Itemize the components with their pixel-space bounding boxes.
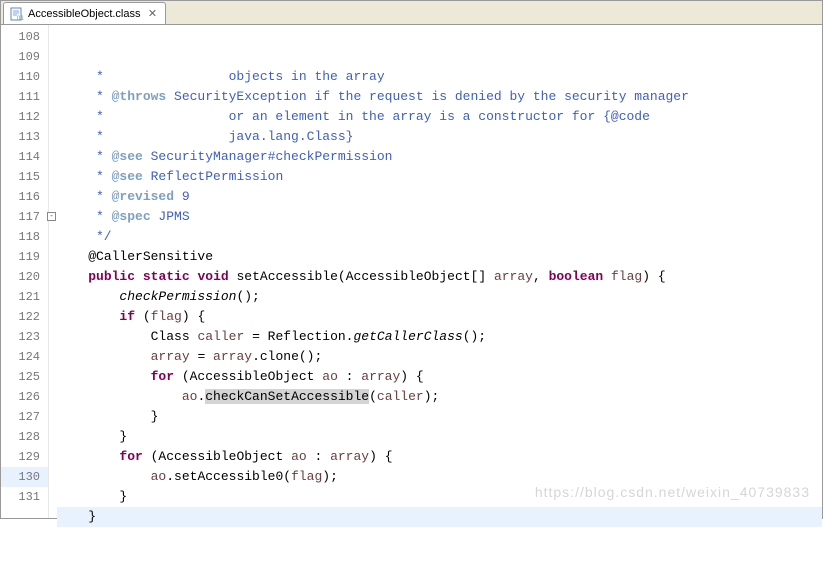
code-line: } <box>57 427 822 447</box>
code-line: for (AccessibleObject ao : array) { <box>57 367 822 387</box>
code-line: * @revised 9 <box>57 187 822 207</box>
close-icon[interactable]: ✕ <box>147 8 159 20</box>
code-line: } <box>57 487 822 507</box>
line-number-gutter[interactable]: 108109110111112113114115116117-118119120… <box>1 25 49 518</box>
line-number: 126 <box>1 387 48 407</box>
line-number: 127 <box>1 407 48 427</box>
code-line <box>57 527 822 547</box>
editor-tab[interactable]: 010 AccessibleObject.class ✕ <box>3 2 166 24</box>
code-line: * or an element in the array is a constr… <box>57 107 822 127</box>
code-line: } <box>57 407 822 427</box>
line-number: 117- <box>1 207 48 227</box>
line-number: 123 <box>1 327 48 347</box>
code-line: if (flag) { <box>57 307 822 327</box>
line-number: 114 <box>1 147 48 167</box>
line-number: 110 <box>1 67 48 87</box>
line-number: 125 <box>1 367 48 387</box>
code-line: ao.setAccessible0(flag); <box>57 467 822 487</box>
line-number: 119 <box>1 247 48 267</box>
code-line: @CallerSensitive <box>57 247 822 267</box>
line-number: 122 <box>1 307 48 327</box>
line-number: 118 <box>1 227 48 247</box>
line-number: 108 <box>1 27 48 47</box>
code-line: public static void setAccessible(Accessi… <box>57 267 822 287</box>
code-line: } <box>57 507 822 527</box>
code-line: */ <box>57 227 822 247</box>
line-number: 112 <box>1 107 48 127</box>
code-line: ao.checkCanSetAccessible(caller); <box>57 387 822 407</box>
code-editor: 108109110111112113114115116117-118119120… <box>1 25 822 518</box>
line-number: 120 <box>1 267 48 287</box>
code-line: * java.lang.Class} <box>57 127 822 147</box>
line-number: 128 <box>1 427 48 447</box>
line-number: 124 <box>1 347 48 367</box>
code-line: * @spec JPMS <box>57 207 822 227</box>
svg-text:010: 010 <box>17 16 24 21</box>
class-file-icon: 010 <box>10 7 24 21</box>
code-line: checkPermission(); <box>57 287 822 307</box>
line-number: 121 <box>1 287 48 307</box>
code-line: * @see SecurityManager#checkPermission <box>57 147 822 167</box>
line-number: 109 <box>1 47 48 67</box>
line-number: 115 <box>1 167 48 187</box>
code-line: for (AccessibleObject ao : array) { <box>57 447 822 467</box>
tab-title: AccessibleObject.class <box>28 8 141 20</box>
line-number: 130 <box>1 467 48 487</box>
line-number: 131 <box>1 487 48 507</box>
code-area[interactable]: * objects in the array * @throws Securit… <box>49 25 822 518</box>
code-line: * @see ReflectPermission <box>57 167 822 187</box>
line-number: 129 <box>1 447 48 467</box>
tab-bar: 010 AccessibleObject.class ✕ <box>1 1 822 25</box>
code-line: * objects in the array <box>57 67 822 87</box>
code-line: array = array.clone(); <box>57 347 822 367</box>
line-number: 113 <box>1 127 48 147</box>
line-number: 111 <box>1 87 48 107</box>
code-line: * @throws SecurityException if the reque… <box>57 87 822 107</box>
code-line: Class caller = Reflection.getCallerClass… <box>57 327 822 347</box>
line-number: 116 <box>1 187 48 207</box>
